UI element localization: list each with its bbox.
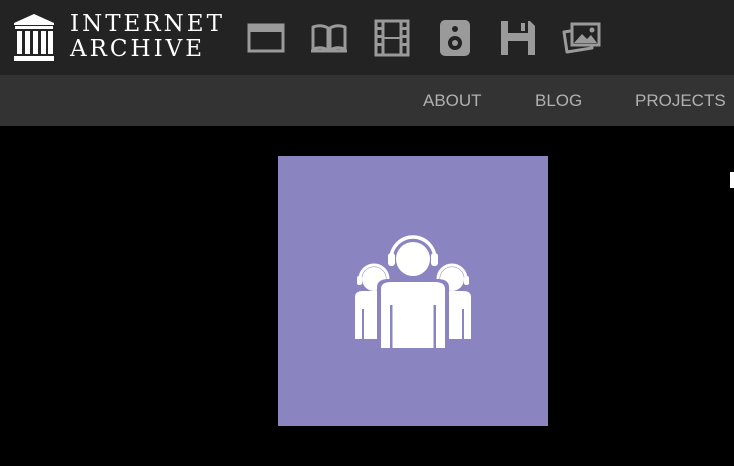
logo-text: INTERNET ARCHIVE — [70, 12, 225, 62]
archive-building-icon — [14, 14, 54, 61]
internet-archive-logo[interactable]: INTERNET ARCHIVE — [14, 12, 222, 63]
people-headphones-tile[interactable] — [278, 156, 548, 426]
images-icon[interactable] — [561, 18, 601, 58]
secondary-navigation: ABOUT BLOG PROJECTS — [0, 75, 734, 126]
nav-blog-link[interactable]: BLOG — [535, 92, 582, 110]
web-icon[interactable] — [246, 18, 286, 58]
nav-about-link[interactable]: ABOUT — [423, 92, 482, 110]
nav-projects-link[interactable]: PROJECTS — [635, 92, 726, 110]
texts-icon[interactable] — [309, 18, 349, 58]
software-icon[interactable] — [498, 18, 538, 58]
logo-line-2: ARCHIVE — [70, 36, 206, 62]
people-headphones-icon — [355, 235, 471, 353]
audio-icon[interactable] — [435, 18, 475, 58]
logo-line-1: INTERNET — [70, 11, 225, 37]
top-navigation-bar: INTERNET ARCHIVE — [0, 0, 734, 75]
cut-off-element — [730, 172, 734, 188]
video-icon[interactable] — [372, 18, 412, 58]
